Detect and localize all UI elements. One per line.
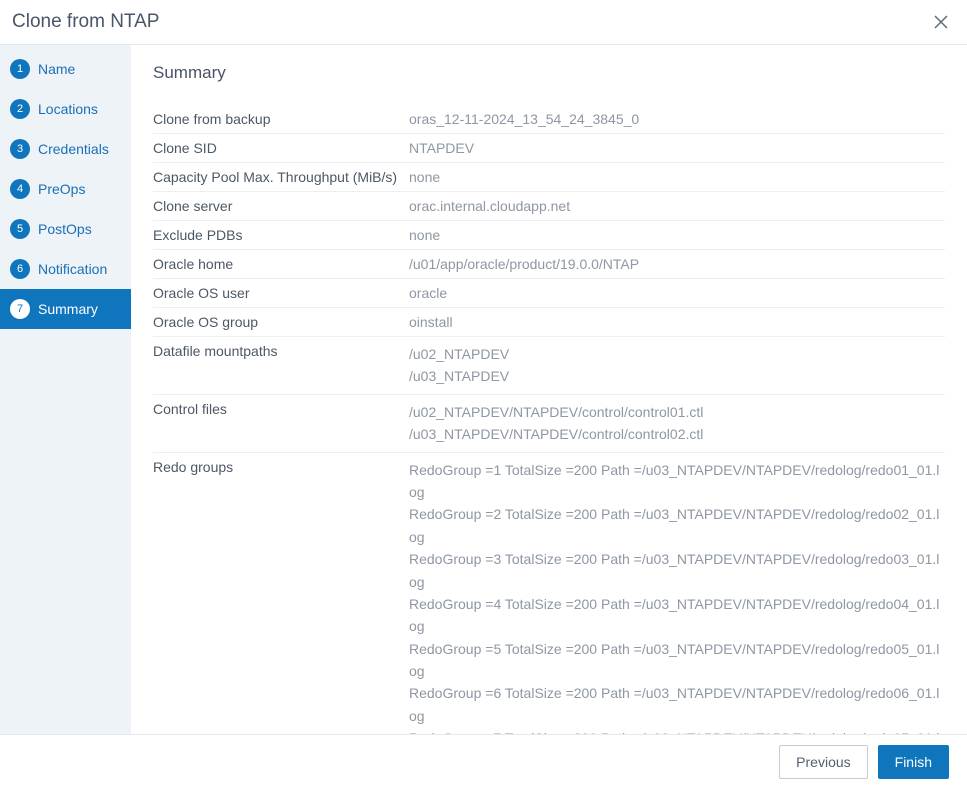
- value-line: RedoGroup =2 TotalSize =200 Path =/u03_N…: [409, 503, 945, 548]
- summary-label: Exclude PDBs: [153, 227, 409, 243]
- summary-label: Clone server: [153, 198, 409, 214]
- summary-value: RedoGroup =1 TotalSize =200 Path =/u03_N…: [409, 459, 945, 734]
- step-label: Name: [38, 61, 75, 77]
- step-number: 4: [10, 179, 30, 199]
- summary-label: Redo groups: [153, 459, 409, 734]
- summary-value: /u02_NTAPDEV/NTAPDEV/control/control01.c…: [409, 401, 945, 446]
- finish-button[interactable]: Finish: [878, 745, 949, 779]
- row-clone-server: Clone server orac.internal.cloudapp.net: [153, 192, 945, 221]
- value-line: /u03_NTAPDEV: [409, 365, 945, 387]
- step-number: 7: [10, 299, 30, 319]
- row-oracle-os-user: Oracle OS user oracle: [153, 279, 945, 308]
- value-line: /u03_NTAPDEV/NTAPDEV/control/control02.c…: [409, 423, 945, 445]
- content-wrap: Summary Clone from backup oras_12-11-202…: [131, 45, 967, 734]
- step-preops[interactable]: 4 PreOps: [0, 169, 131, 209]
- step-summary[interactable]: 7 Summary: [0, 289, 131, 329]
- summary-label: Control files: [153, 401, 409, 446]
- summary-label: Oracle home: [153, 256, 409, 272]
- step-name[interactable]: 1 Name: [0, 49, 131, 89]
- step-label: Locations: [38, 101, 98, 117]
- value-line: RedoGroup =7 TotalSize =200 Path =/u03_N…: [409, 727, 945, 734]
- summary-value: oinstall: [409, 314, 945, 330]
- summary-value: NTAPDEV: [409, 140, 945, 156]
- step-number: 1: [10, 59, 30, 79]
- value-line: /u02_NTAPDEV/NTAPDEV/control/control01.c…: [409, 401, 945, 423]
- dialog-body: 1 Name 2 Locations 3 Credentials 4 PreOp…: [0, 45, 967, 734]
- step-number: 2: [10, 99, 30, 119]
- step-number: 3: [10, 139, 30, 159]
- dialog-footer: Previous Finish: [0, 734, 967, 793]
- step-postops[interactable]: 5 PostOps: [0, 209, 131, 249]
- value-line: RedoGroup =4 TotalSize =200 Path =/u03_N…: [409, 593, 945, 638]
- summary-label: Clone SID: [153, 140, 409, 156]
- value-line: RedoGroup =3 TotalSize =200 Path =/u03_N…: [409, 548, 945, 593]
- step-credentials[interactable]: 3 Credentials: [0, 129, 131, 169]
- summary-label: Capacity Pool Max. Throughput (MiB/s): [153, 169, 409, 185]
- summary-value: oracle: [409, 285, 945, 301]
- dialog-header: Clone from NTAP: [0, 0, 967, 45]
- row-redo-groups: Redo groups RedoGroup =1 TotalSize =200 …: [153, 453, 945, 734]
- row-capacity-pool: Capacity Pool Max. Throughput (MiB/s) no…: [153, 163, 945, 192]
- summary-label: Oracle OS group: [153, 314, 409, 330]
- step-label: Summary: [38, 301, 98, 317]
- summary-value: /u01/app/oracle/product/19.0.0/NTAP: [409, 256, 945, 272]
- row-datafile-mountpaths: Datafile mountpaths /u02_NTAPDEV /u03_NT…: [153, 337, 945, 395]
- previous-button[interactable]: Previous: [779, 745, 867, 779]
- dialog-title: Clone from NTAP: [12, 11, 159, 33]
- summary-label: Datafile mountpaths: [153, 343, 409, 388]
- row-oracle-os-group: Oracle OS group oinstall: [153, 308, 945, 337]
- step-label: Notification: [38, 261, 107, 277]
- value-line: /u02_NTAPDEV: [409, 343, 945, 365]
- step-number: 5: [10, 219, 30, 239]
- page-title: Summary: [153, 63, 945, 83]
- step-label: PostOps: [38, 221, 92, 237]
- row-exclude-pdbs: Exclude PDBs none: [153, 221, 945, 250]
- row-clone-from-backup: Clone from backup oras_12-11-2024_13_54_…: [153, 105, 945, 134]
- summary-value: /u02_NTAPDEV /u03_NTAPDEV: [409, 343, 945, 388]
- content-scroll[interactable]: Summary Clone from backup oras_12-11-202…: [131, 45, 967, 734]
- value-line: RedoGroup =1 TotalSize =200 Path =/u03_N…: [409, 459, 945, 504]
- summary-value: none: [409, 169, 945, 185]
- value-line: RedoGroup =5 TotalSize =200 Path =/u03_N…: [409, 638, 945, 683]
- row-oracle-home: Oracle home /u01/app/oracle/product/19.0…: [153, 250, 945, 279]
- step-notification[interactable]: 6 Notification: [0, 249, 131, 289]
- close-button[interactable]: [929, 10, 953, 34]
- summary-label: Clone from backup: [153, 111, 409, 127]
- summary-value: orac.internal.cloudapp.net: [409, 198, 945, 214]
- step-label: Credentials: [38, 141, 109, 157]
- summary-label: Oracle OS user: [153, 285, 409, 301]
- clone-wizard-dialog: Clone from NTAP 1 Name 2 Locations 3 Cre…: [0, 0, 967, 793]
- close-icon: [934, 15, 948, 29]
- row-control-files: Control files /u02_NTAPDEV/NTAPDEV/contr…: [153, 395, 945, 453]
- row-clone-sid: Clone SID NTAPDEV: [153, 134, 945, 163]
- summary-value: none: [409, 227, 945, 243]
- value-line: RedoGroup =6 TotalSize =200 Path =/u03_N…: [409, 682, 945, 727]
- step-label: PreOps: [38, 181, 85, 197]
- step-locations[interactable]: 2 Locations: [0, 89, 131, 129]
- wizard-sidebar: 1 Name 2 Locations 3 Credentials 4 PreOp…: [0, 45, 131, 734]
- summary-value: oras_12-11-2024_13_54_24_3845_0: [409, 111, 945, 127]
- step-number: 6: [10, 259, 30, 279]
